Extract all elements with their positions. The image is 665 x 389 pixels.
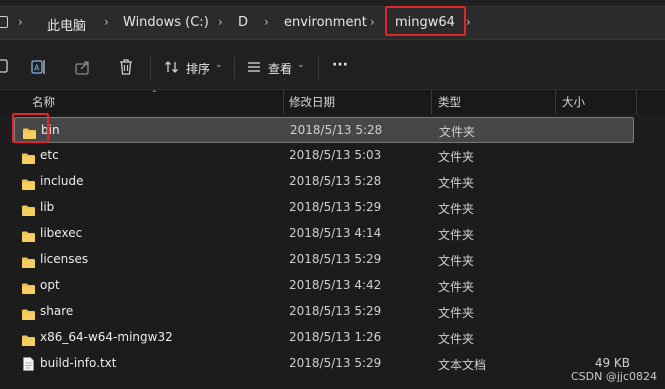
folder-icon: [22, 227, 35, 242]
file-row-bin[interactable]: bin 2018/5/13 5:28 文件夹: [14, 117, 634, 143]
more-options-button[interactable]: ···: [332, 57, 348, 73]
file-list: bin 2018/5/13 5:28 文件夹 etc 2018/5/13 5:0…: [0, 115, 665, 385]
file-row-build-info[interactable]: build-info.txt 2018/5/13 5:29 文本文档 49 KB: [14, 351, 634, 377]
file-modified: 2018/5/13 4:14: [289, 226, 382, 240]
folder-icon: [22, 253, 35, 268]
column-divider[interactable]: [431, 90, 432, 114]
folder-icon: [22, 175, 35, 190]
toolbar-divider: [318, 57, 319, 79]
column-size[interactable]: 大小: [562, 94, 585, 110]
file-name: opt: [40, 278, 60, 292]
vertical-scrollbar[interactable]: [658, 115, 662, 375]
rename-icon[interactable]: A: [29, 57, 49, 77]
chevron-right-icon[interactable]: ›: [18, 15, 23, 29]
column-modified[interactable]: 修改日期: [289, 94, 335, 110]
file-modified: 2018/5/13 5:29: [289, 252, 382, 266]
text-file-icon: [23, 356, 34, 371]
file-type: 文件夹: [439, 125, 476, 139]
chevron-down-icon[interactable]: ⌄: [297, 60, 305, 70]
file-modified: 2018/5/13 5:03: [289, 148, 382, 162]
column-name[interactable]: 名称: [32, 94, 55, 110]
file-name: x86_64-w64-mingw32: [40, 330, 173, 344]
highlight-annotation-mingw64: [385, 6, 466, 36]
file-name: licenses: [40, 252, 89, 266]
copy-icon[interactable]: [0, 57, 12, 77]
svg-text:A: A: [34, 64, 40, 73]
file-row-opt[interactable]: opt 2018/5/13 4:42 文件夹: [14, 273, 634, 299]
file-name: lib: [40, 200, 55, 214]
highlight-annotation-bin: [12, 113, 49, 143]
file-type: 文件夹: [438, 202, 475, 216]
file-name: etc: [40, 148, 59, 162]
file-modified: 2018/5/13 4:42: [289, 278, 382, 292]
file-modified: 2018/5/13 5:29: [289, 200, 382, 214]
breadcrumb[interactable]: › 此电脑 › Windows (C:) › D › environment ›…: [0, 6, 665, 40]
file-type: 文件夹: [438, 332, 475, 346]
watermark: CSDN @jjc0824: [570, 370, 657, 383]
column-divider[interactable]: [636, 90, 637, 114]
file-name: share: [40, 304, 74, 318]
command-bar: A 排序 ⌄ 查看 ⌄ ···: [0, 46, 665, 90]
chevron-right-icon[interactable]: ›: [370, 15, 375, 29]
folder-icon: [22, 279, 35, 294]
sort-button[interactable]: 排序: [186, 60, 210, 77]
file-type: 文件夹: [438, 228, 475, 242]
file-type: 文件夹: [438, 306, 475, 320]
file-row-include[interactable]: include 2018/5/13 5:28 文件夹: [14, 169, 634, 195]
chevron-down-icon[interactable]: ⌄: [215, 60, 223, 70]
sort-ascending-icon: ⌃: [151, 89, 158, 98]
file-row-etc[interactable]: etc 2018/5/13 5:03 文件夹: [14, 143, 634, 169]
file-row-x86-64-w64-mingw32[interactable]: x86_64-w64-mingw32 2018/5/13 1:26 文件夹: [14, 325, 634, 351]
column-header: ⌃ 名称 修改日期 类型 大小: [0, 89, 665, 114]
toolbar-divider: [150, 57, 151, 79]
chevron-right-icon[interactable]: ›: [466, 15, 471, 29]
file-type: 文本文档: [438, 358, 487, 372]
file-modified: 2018/5/13 5:29: [289, 356, 382, 370]
view-button[interactable]: 查看: [268, 60, 292, 77]
sort-icon[interactable]: [162, 57, 182, 77]
file-name: libexec: [40, 226, 83, 240]
file-modified: 2018/5/13 5:28: [289, 174, 382, 188]
chevron-right-icon[interactable]: ›: [218, 15, 223, 29]
toolbar-divider: [234, 57, 235, 79]
file-row-share[interactable]: share 2018/5/13 5:29 文件夹: [14, 299, 634, 325]
file-row-libexec[interactable]: libexec 2018/5/13 4:14 文件夹: [14, 221, 634, 247]
file-name: include: [40, 174, 84, 188]
folder-icon: [22, 305, 35, 320]
file-size: 49 KB: [594, 356, 630, 370]
share-icon[interactable]: [73, 57, 93, 77]
file-row-lib[interactable]: lib 2018/5/13 5:29 文件夹: [14, 195, 634, 221]
this-pc-icon[interactable]: [0, 16, 8, 28]
view-icon[interactable]: [244, 57, 264, 77]
chevron-right-icon[interactable]: ›: [104, 15, 109, 29]
file-type: 文件夹: [438, 254, 475, 268]
file-modified: 2018/5/13 5:28: [290, 123, 383, 137]
folder-icon: [22, 331, 35, 346]
breadcrumb-drive-c[interactable]: Windows (C:): [123, 15, 209, 30]
column-divider[interactable]: [555, 90, 556, 114]
column-divider[interactable]: [283, 90, 284, 114]
folder-icon: [22, 149, 35, 164]
file-type: 文件夹: [438, 150, 475, 164]
file-row-licenses[interactable]: licenses 2018/5/13 5:29 文件夹: [14, 247, 634, 273]
chevron-right-icon[interactable]: ›: [264, 15, 269, 29]
file-type: 文件夹: [438, 176, 475, 190]
column-type[interactable]: 类型: [438, 94, 461, 110]
file-type: 文件夹: [438, 280, 475, 294]
address-bar: › 此电脑 › Windows (C:) › D › environment ›…: [0, 0, 665, 46]
file-modified: 2018/5/13 1:26: [289, 330, 382, 344]
folder-icon: [22, 201, 35, 216]
file-name: build-info.txt: [40, 356, 117, 370]
breadcrumb-this-pc[interactable]: 此电脑: [47, 15, 86, 34]
breadcrumb-d[interactable]: D: [238, 15, 248, 30]
file-modified: 2018/5/13 5:29: [289, 304, 382, 318]
breadcrumb-environment[interactable]: environment: [284, 15, 367, 30]
delete-icon[interactable]: [116, 57, 136, 77]
